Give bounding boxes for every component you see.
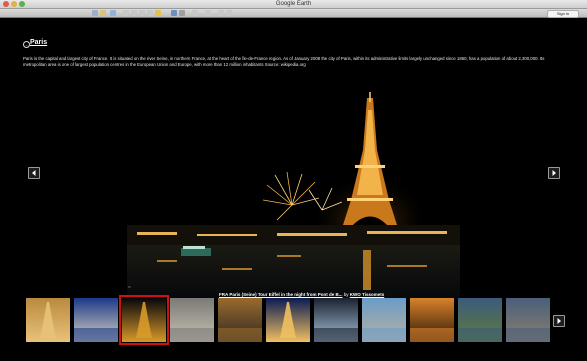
place-description: Paris is the capital and largest city of… (23, 56, 545, 67)
street-photo (170, 298, 214, 342)
photo-author-link[interactable]: KWO Tissomets (350, 292, 384, 297)
thumbnail[interactable] (458, 298, 502, 342)
chevron-left-icon (32, 170, 36, 176)
thumbnail[interactable] (74, 298, 118, 342)
next-thumbnails-button[interactable] (553, 315, 565, 327)
eiffel-tower-night-photo (127, 90, 460, 300)
window-title: Google Earth (275, 1, 312, 7)
tower-night-blue-photo (266, 298, 310, 342)
window-titlebar: Google Earth (0, 0, 587, 9)
toolbar: Sign in (0, 9, 587, 18)
skyline-sunset-photo (218, 298, 262, 342)
photo-caption: FRA Paris (Seine) Tour Eiffel in the nig… (219, 292, 384, 297)
place-title[interactable]: Paris (30, 39, 47, 46)
record-tour-button[interactable] (139, 10, 145, 16)
louvre-pyramid-photo (314, 298, 358, 342)
caption-by: by (342, 292, 350, 297)
thumbnail[interactable] (362, 298, 406, 342)
overlay-button[interactable] (131, 10, 137, 16)
main-photo[interactable] (127, 90, 460, 300)
notre-dame-photo (506, 298, 550, 342)
layers-button[interactable] (226, 10, 232, 16)
bridge-photo (362, 298, 406, 342)
placemark-button[interactable] (100, 10, 106, 16)
thumbnail[interactable] (266, 298, 310, 342)
thumbnail[interactable] (506, 298, 550, 342)
photo-watermark: ▭ (128, 285, 131, 289)
next-photo-button[interactable] (548, 167, 560, 179)
chevron-right-icon (557, 318, 561, 324)
city-lights-photo (410, 298, 454, 342)
chevron-right-icon (552, 170, 556, 176)
sacre-coeur-photo (74, 298, 118, 342)
view-in-maps-button[interactable] (218, 10, 224, 16)
eiffel-tower-night-photo (122, 298, 166, 342)
sign-in-button[interactable]: Sign in (547, 10, 579, 18)
previous-photo-button[interactable] (28, 167, 40, 179)
garden-photo (458, 298, 502, 342)
history-button[interactable] (147, 10, 153, 16)
thumbnail[interactable] (218, 298, 262, 342)
hide-sidebar-button[interactable] (92, 10, 98, 16)
photo-title-link[interactable]: FRA Paris (Seine) Tour Eiffel in the nig… (219, 292, 343, 297)
thumbnail[interactable] (170, 298, 214, 342)
email-button[interactable] (192, 10, 198, 16)
collapse-icon[interactable]: – (23, 41, 30, 48)
path-button[interactable] (123, 10, 129, 16)
ruler-button[interactable] (179, 10, 185, 16)
sun-button[interactable] (155, 10, 161, 16)
thumbnail[interactable] (410, 298, 454, 342)
thumbnail[interactable] (314, 298, 358, 342)
thumbnail[interactable] (26, 298, 70, 342)
polygon-button[interactable] (110, 10, 116, 16)
thumbnail[interactable] (119, 295, 169, 345)
eiffel-tower-day-photo (26, 298, 70, 342)
planets-button[interactable] (171, 10, 177, 16)
print-button[interactable] (205, 10, 211, 16)
